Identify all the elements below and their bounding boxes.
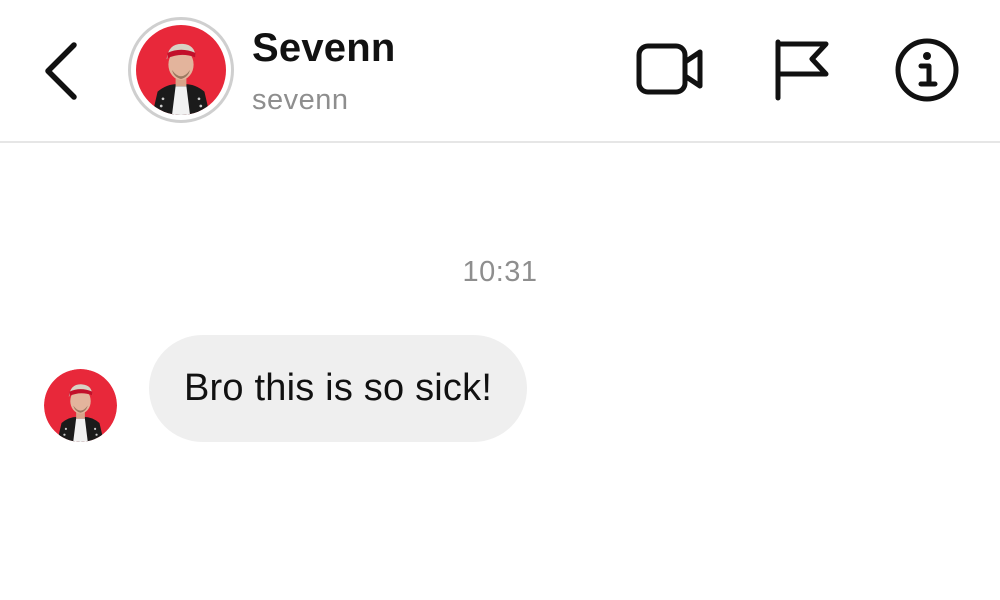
direct-message-screen: Sevenn sevenn 10:31 Bro this is so sick! — [0, 0, 1000, 600]
profile-avatar[interactable] — [128, 17, 234, 123]
chevron-left-icon — [45, 42, 77, 100]
contact-display-name[interactable]: Sevenn — [252, 26, 396, 71]
back-button[interactable] — [30, 35, 90, 105]
chat-header: Sevenn sevenn — [0, 0, 1000, 143]
video-call-icon — [636, 43, 703, 95]
info-icon — [895, 38, 959, 102]
message-timestamp: 10:31 — [462, 256, 538, 288]
report-button[interactable] — [770, 36, 832, 102]
conversation-info-button[interactable] — [893, 36, 961, 104]
avatar-image — [136, 25, 226, 115]
contact-username: sevenn — [252, 84, 349, 116]
video-call-button[interactable] — [634, 38, 706, 102]
avatar-image — [44, 369, 117, 442]
flag-icon — [775, 39, 829, 101]
message-bubble[interactable]: Bro this is so sick! — [149, 335, 528, 442]
sender-avatar[interactable] — [44, 369, 117, 442]
